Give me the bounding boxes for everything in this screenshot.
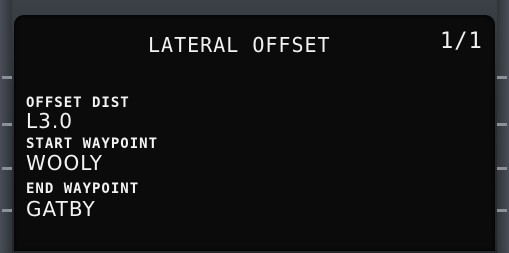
lsk-left-4[interactable] bbox=[2, 209, 12, 212]
end-waypoint-value[interactable]: GATBY bbox=[26, 197, 96, 221]
bezel-left-edge bbox=[0, 0, 12, 253]
lsk-left-2[interactable] bbox=[2, 123, 12, 126]
end-waypoint-label: END WAYPOINT bbox=[26, 181, 140, 197]
cdu-display: LATERAL OFFSET 1/1 OFFSET DIST L3.0 STAR… bbox=[14, 15, 495, 251]
offset-dist-value[interactable]: L3.0 bbox=[26, 109, 73, 133]
start-waypoint-value[interactable]: WOOLY bbox=[26, 151, 103, 175]
start-waypoint-label: START WAYPOINT bbox=[26, 136, 159, 152]
lsk-right-1[interactable] bbox=[497, 76, 507, 79]
page-number: 1/1 bbox=[440, 29, 483, 54]
lsk-right-2[interactable] bbox=[497, 123, 507, 126]
page-title: LATERAL OFFSET bbox=[148, 33, 331, 57]
lsk-left-1[interactable] bbox=[2, 76, 12, 79]
bezel-right-edge bbox=[497, 0, 509, 253]
lsk-right-3[interactable] bbox=[497, 167, 507, 170]
lsk-left-3[interactable] bbox=[2, 167, 12, 170]
lsk-right-4[interactable] bbox=[497, 209, 507, 212]
